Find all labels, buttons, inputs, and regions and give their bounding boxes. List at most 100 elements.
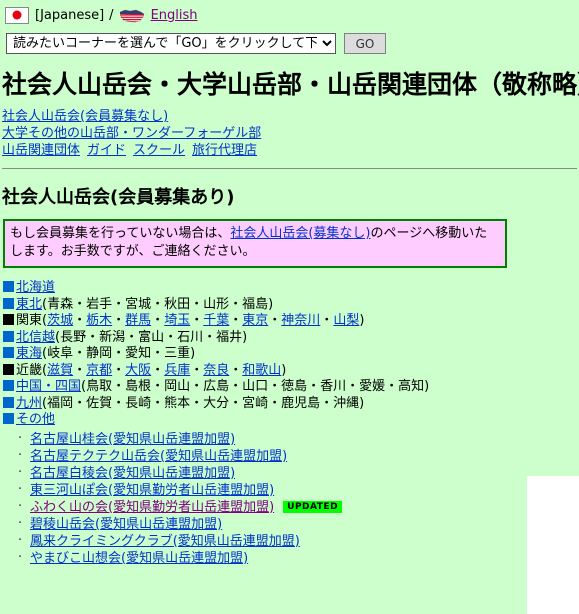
- region-bullet-icon: [3, 396, 14, 408]
- prefecture-separator: ・: [190, 313, 204, 328]
- prefecture-link[interactable]: 大阪: [125, 363, 151, 378]
- nav-link-no-recruit[interactable]: 社会人山岳会(会員募集なし): [2, 109, 168, 124]
- prefecture-link[interactable]: 埼玉: [164, 313, 190, 328]
- club-link[interactable]: やまびこ山想会(愛知県山岳連盟加盟): [30, 551, 248, 566]
- prefecture-link[interactable]: 群馬: [125, 313, 151, 328]
- nav-line-1: 社会人山岳会(会員募集なし): [2, 109, 579, 125]
- page-title: 社会人山岳会・大学山岳部・山岳関連団体（敬称略）: [2, 70, 579, 99]
- club-link[interactable]: 東三河山ぽ会(愛知県勤労者山岳連盟加盟): [30, 483, 274, 498]
- prefecture-link[interactable]: 栃木: [86, 313, 112, 328]
- region-bullet-icon: [3, 297, 14, 309]
- region-row: 九州(福岡・佐賀・長崎・熊本・大分・宮崎・鹿児島・沖縄): [3, 396, 579, 413]
- prefecture-link[interactable]: 滋賀: [47, 363, 73, 378]
- usa-flag-icon: [119, 8, 145, 24]
- prefecture-separator: ・: [73, 313, 87, 328]
- club-link[interactable]: 名古屋山桂会(愛知県山岳連盟加盟): [30, 432, 235, 447]
- region-row: 北信越(長野・新潟・富山・石川・福井): [3, 330, 579, 347]
- region-prefectures-text: (長野・新潟・富山・石川・福井): [55, 329, 248, 345]
- club-list-item: 名古屋白稜会(愛知県山岳連盟加盟): [18, 464, 579, 482]
- prefecture-separator: ・: [73, 362, 87, 378]
- nav-link-related-orgs[interactable]: 山岳関連団体: [2, 143, 80, 158]
- region-bullet-icon: [3, 363, 14, 375]
- region-row: 東北(青森・岩手・宮城・秋田・山形・福島): [3, 297, 579, 314]
- club-link[interactable]: ふわく山の会(愛知県勤労者山岳連盟加盟): [30, 500, 274, 515]
- region-bullet-icon: [3, 347, 14, 358]
- club-link[interactable]: 碧稜山岳会(愛知県山岳連盟加盟): [30, 517, 222, 532]
- page-content: [Japanese] / English 読みたいコーナーを選んで「GO」をクリ…: [0, 0, 579, 567]
- region-prefectures-text: (鳥取・島根・岡山・広島・山口・徳島・香川・愛媛・高知): [81, 379, 430, 394]
- nav-link-travel-agency[interactable]: 旅行代理店: [192, 143, 257, 158]
- nav-link-guide[interactable]: ガイド: [87, 143, 126, 158]
- paren-close: ): [359, 313, 365, 328]
- region-row: その他: [3, 412, 579, 429]
- region-row: 北海道: [3, 280, 579, 297]
- region-row: 中国・四国(鳥取・島根・岡山・広島・山口・徳島・香川・愛媛・高知): [3, 379, 579, 396]
- club-link[interactable]: 名古屋白稜会(愛知県山岳連盟加盟): [30, 466, 235, 481]
- region-row: 東海(岐阜・静岡・愛知・三重): [3, 346, 579, 363]
- prefecture-separator: ・: [151, 362, 165, 378]
- prefecture-separator: ・: [268, 313, 282, 328]
- region-link[interactable]: 東海: [16, 346, 42, 361]
- prefecture-link[interactable]: 京都: [86, 363, 112, 378]
- region-bullet-icon: [3, 330, 14, 342]
- prefecture-link[interactable]: 茨城: [47, 313, 73, 328]
- prefecture-link[interactable]: 山梨: [333, 313, 359, 328]
- nav-link-university-clubs[interactable]: 大学その他の山岳部・ワンダーフォーゲル部: [2, 126, 261, 141]
- club-list: 名古屋山桂会(愛知県山岳連盟加盟) 名古屋テクテク山岳会(愛知県山岳連盟加盟) 名古…: [0, 430, 579, 567]
- club-list-item: 名古屋テクテク山岳会(愛知県山岳連盟加盟): [18, 447, 579, 465]
- region-bullet-icon: [3, 314, 14, 325]
- go-button[interactable]: GO: [344, 33, 386, 54]
- language-separator: /: [109, 7, 114, 23]
- prefecture-link[interactable]: 兵庫: [164, 363, 190, 378]
- english-link[interactable]: English: [151, 8, 198, 23]
- region-label: 関東: [16, 313, 43, 328]
- club-list-item: 東三河山ぽ会(愛知県勤労者山岳連盟加盟): [18, 481, 579, 499]
- prefecture-link[interactable]: 千葉: [203, 313, 229, 328]
- prefecture-link[interactable]: 神奈川: [281, 313, 320, 328]
- japan-flag-icon: [5, 6, 29, 24]
- paren-close: ): [281, 362, 287, 378]
- prefecture-separator: ・: [320, 313, 334, 328]
- region-link[interactable]: その他: [16, 412, 55, 427]
- region-row: 関東(茨城・栃木・群馬・埼玉・千葉・東京・神奈川・山梨): [3, 313, 579, 330]
- club-list-item: 名古屋山桂会(愛知県山岳連盟加盟): [18, 430, 579, 448]
- region-bullet-icon: [3, 413, 14, 424]
- updated-badge: UPDATED: [283, 500, 343, 513]
- nav-link-school[interactable]: スクール: [133, 143, 185, 158]
- language-bar: [Japanese] / English: [0, 0, 579, 27]
- nav-links: 社会人山岳会(会員募集なし) 大学その他の山岳部・ワンダーフォーゲル部 山岳関連…: [2, 109, 579, 159]
- divider: [2, 168, 577, 169]
- region-list: 北海道東北(青森・岩手・宮城・秋田・山形・福島) 関東(茨城・栃木・群馬・埼玉・千…: [3, 280, 579, 429]
- region-link[interactable]: 中国・四国: [16, 379, 81, 394]
- prefecture-separator: ・: [112, 362, 126, 378]
- corner-select[interactable]: 読みたいコーナーを選んで「GO」をクリックして下さい: [6, 33, 336, 54]
- region-bullet-icon: [3, 281, 14, 292]
- club-list-item: やまびこ山想会(愛知県山岳連盟加盟): [18, 549, 579, 567]
- region-row: 近畿(滋賀・京都・大阪・兵庫・奈良・和歌山): [3, 363, 579, 380]
- prefecture-separator: ・: [229, 313, 243, 328]
- prefecture-link[interactable]: 奈良: [203, 363, 229, 378]
- club-link[interactable]: 鳳来クライミングクラブ(愛知県山岳連盟加盟): [30, 534, 300, 549]
- prefecture-separator: ・: [151, 313, 165, 328]
- region-link[interactable]: 東北: [16, 297, 42, 312]
- notice-text-before: もし会員募集を行っていない場合は、: [10, 226, 231, 241]
- region-prefectures-text: (福岡・佐賀・長崎・熊本・大分・宮崎・鹿児島・沖縄): [42, 395, 365, 411]
- region-link[interactable]: 北海道: [16, 280, 55, 295]
- prefecture-separator: ・: [112, 313, 126, 328]
- notice-link-no-recruit[interactable]: 社会人山岳会(募集なし): [230, 226, 370, 241]
- club-list-item: 碧稜山岳会(愛知県山岳連盟加盟): [18, 515, 579, 533]
- section-title: 社会人山岳会(会員募集あり): [2, 187, 235, 208]
- region-prefectures-text: (青森・岩手・宮城・秋田・山形・福島): [42, 296, 274, 312]
- region-link[interactable]: 北信越: [16, 330, 55, 345]
- prefecture-link[interactable]: 和歌山: [242, 363, 281, 378]
- prefecture-link[interactable]: 東京: [242, 313, 268, 328]
- club-list-item: ふわく山の会(愛知県勤労者山岳連盟加盟) UPDATED: [18, 498, 579, 516]
- region-label: 近畿: [16, 362, 43, 378]
- nav-line-2: 大学その他の山岳部・ワンダーフォーゲル部: [2, 126, 579, 142]
- page-edge-whitespace: [527, 476, 579, 614]
- region-link[interactable]: 九州: [16, 396, 42, 411]
- japanese-label: [Japanese]: [35, 7, 105, 23]
- club-list-item: 鳳来クライミングクラブ(愛知県山岳連盟加盟): [18, 532, 579, 550]
- region-prefectures-text: (岐阜・静岡・愛知・三重): [42, 346, 196, 361]
- club-link[interactable]: 名古屋テクテク山岳会(愛知県山岳連盟加盟): [30, 449, 287, 464]
